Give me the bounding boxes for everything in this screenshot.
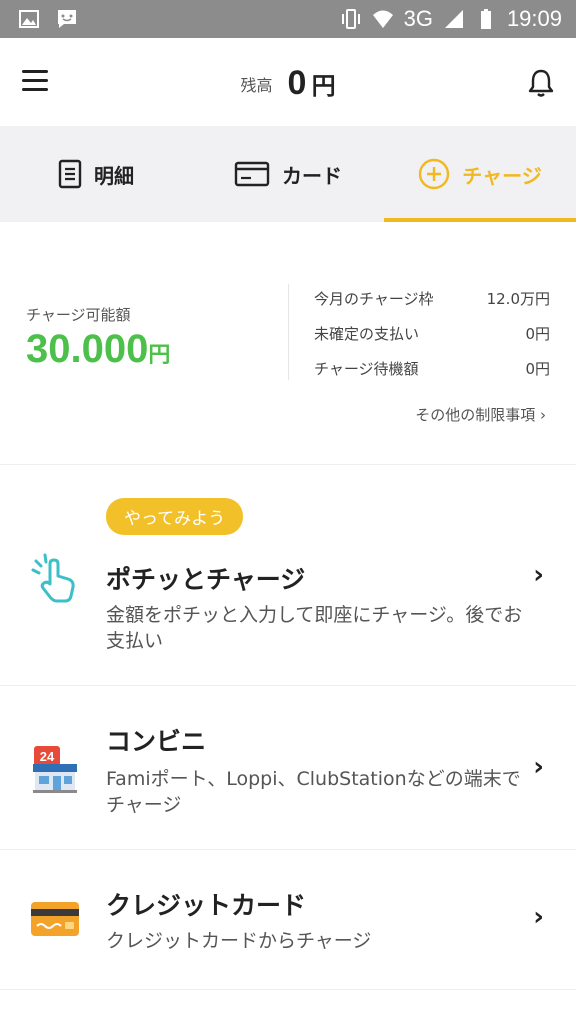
detail-value: 0円 bbox=[525, 325, 550, 343]
charge-limits-panel: チャージ可能額 30.000円 今月のチャージ枠 12.0万円 未確定の支払い … bbox=[0, 222, 576, 465]
gallery-notification-icon bbox=[19, 10, 39, 28]
balance-display: 残高 0 円 bbox=[0, 64, 576, 103]
item-title: クレジットカード bbox=[106, 891, 307, 920]
available-unit: 円 bbox=[148, 343, 171, 368]
battery-icon bbox=[480, 9, 491, 29]
item-description: 金額をポチッと入力して即座にチャージ。後でお支払い bbox=[106, 604, 523, 652]
wifi-icon bbox=[372, 10, 393, 28]
credit-card-item[interactable]: クレジットカード クレジットカードからチャージ › bbox=[0, 850, 576, 990]
network-type: 3G bbox=[403, 6, 433, 31]
convenience-store-item[interactable]: 24 コンビニ Famiポート、Loppi、ClubStationなどの端末でチ… bbox=[0, 686, 576, 850]
clock: 19:09 bbox=[506, 6, 562, 31]
available-charge: チャージ可能額 30.000円 bbox=[26, 304, 170, 373]
detail-row: チャージ待機額 0円 bbox=[314, 358, 550, 379]
svg-text:24: 24 bbox=[40, 749, 55, 764]
balance-unit: 円 bbox=[311, 72, 336, 100]
vibrate-icon bbox=[341, 9, 360, 29]
detail-row: 未確定の支払い 0円 bbox=[314, 323, 550, 344]
divider bbox=[288, 284, 289, 380]
message-notification-icon bbox=[58, 10, 76, 28]
item-title: コンビニ bbox=[106, 727, 207, 756]
detail-row: 今月のチャージ枠 12.0万円 bbox=[314, 288, 550, 309]
detail-value: 12.0万円 bbox=[486, 290, 550, 308]
receipt-icon bbox=[58, 159, 82, 189]
other-restrictions-link[interactable]: その他の制限事項 › bbox=[415, 404, 546, 425]
tab-card-label: カード bbox=[282, 163, 342, 188]
status-bar: 3G 19:09 bbox=[0, 0, 576, 38]
balance-label: 残高 bbox=[240, 75, 273, 95]
tap-hand-icon bbox=[31, 553, 75, 603]
tab-card[interactable]: カード bbox=[192, 126, 384, 222]
item-description: クレジットカードからチャージ bbox=[106, 930, 372, 952]
signal-icon bbox=[444, 10, 463, 28]
detail-label: チャージ待機額 bbox=[314, 360, 419, 378]
tab-charge-label: チャージ bbox=[462, 163, 542, 188]
convenience-store-icon: 24 bbox=[33, 746, 77, 793]
app-header: 残高 0 円 bbox=[0, 38, 576, 126]
card-icon bbox=[234, 161, 270, 187]
chevron-right-icon: › bbox=[533, 902, 544, 932]
item-description: Famiポート、Loppi、ClubStationなどの端末でチャージ bbox=[106, 768, 521, 816]
detail-label: 未確定の支払い bbox=[314, 325, 420, 343]
tab-statement-label: 明細 bbox=[94, 163, 134, 188]
item-title: ポチッとチャージ bbox=[106, 565, 306, 594]
tab-charge[interactable]: チャージ bbox=[384, 126, 576, 222]
chevron-right-icon: › bbox=[533, 752, 544, 782]
bell-icon[interactable] bbox=[526, 68, 556, 98]
available-amount: 30.000 bbox=[26, 327, 149, 371]
plus-circle-icon bbox=[419, 158, 450, 190]
available-label: チャージ可能額 bbox=[26, 306, 131, 324]
credit-card-icon bbox=[31, 902, 79, 936]
tab-statement[interactable]: 明細 bbox=[0, 126, 192, 222]
balance-amount: 0 bbox=[287, 64, 307, 102]
detail-label: 今月のチャージ枠 bbox=[314, 290, 434, 308]
try-it-badge: やってみよう bbox=[106, 498, 244, 535]
tab-bar: 明細 カード チャージ bbox=[0, 126, 576, 222]
chevron-right-icon: › bbox=[533, 560, 544, 590]
pochitto-charge-item[interactable]: やってみよう ポチッとチャージ 金額をポチッと入力して即座にチャージ。後でお支払… bbox=[0, 466, 576, 686]
detail-value: 0円 bbox=[525, 360, 550, 378]
